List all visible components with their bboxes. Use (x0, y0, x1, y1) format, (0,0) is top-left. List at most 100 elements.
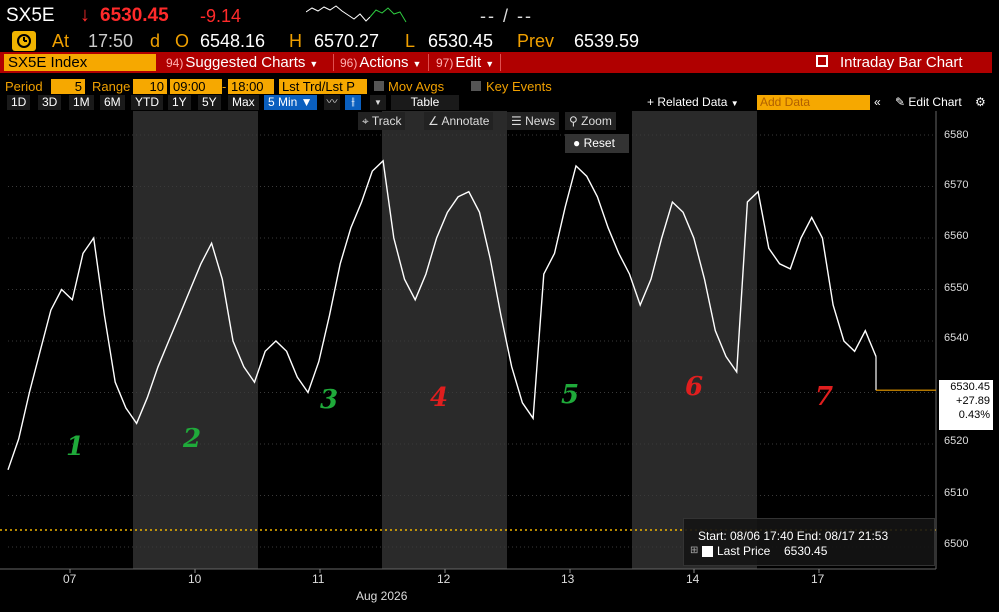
sparkline (306, 5, 407, 23)
search-icon: ⚲ (569, 114, 578, 128)
collapse-icon[interactable]: « (874, 95, 881, 110)
zoom-tool[interactable]: ⚲ Zoom (565, 112, 616, 130)
interval-select[interactable]: 5 Min ▼ (264, 95, 317, 110)
d-label: d (150, 31, 161, 51)
annotate-tool[interactable]: ∠ Annotate (424, 112, 494, 130)
range-button-1d[interactable]: 1D (7, 95, 31, 110)
x-tick-label: 13 (561, 572, 575, 586)
end-time-input[interactable]: 18:00 (228, 79, 274, 94)
range-button-6m[interactable]: 6M (100, 95, 125, 110)
period-input[interactable]: 5 (51, 79, 85, 94)
menu-number: 96) (340, 56, 358, 70)
news-tool[interactable]: ☰ News (507, 112, 560, 130)
menu-divider (500, 54, 501, 71)
net-change: -9.14 (200, 6, 242, 26)
actions-menu[interactable]: 96) Actions ▼ (340, 53, 421, 72)
mov-avgs-checkbox[interactable] (374, 81, 384, 91)
menu-divider (333, 54, 334, 71)
start-time-input[interactable]: 09:00 (170, 79, 222, 94)
suggested-charts-menu[interactable]: 94) Suggested Charts ▼ (166, 53, 318, 72)
x-tick-label: 17 (811, 572, 825, 586)
session-label: 2 (183, 424, 202, 454)
period-label: Period (5, 79, 43, 94)
range-button-1m[interactable]: 1M (69, 95, 94, 110)
session-shade (133, 111, 258, 569)
mov-avgs-label: Mov Avgs (388, 79, 445, 94)
chart-name: Intraday Bar Chart (840, 54, 963, 71)
add-data-input[interactable]: Add Data (757, 95, 870, 110)
related-data-label: + Related Data (647, 95, 728, 109)
bar-chart-icon[interactable]: ⫲ (345, 95, 361, 110)
menu-label: Edit (455, 54, 482, 71)
y-tick-label: 6540 (944, 332, 969, 344)
series-swatch (702, 546, 713, 557)
key-events-label: Key Events (486, 79, 552, 94)
caret-down-icon: ▼ (730, 99, 739, 108)
table-button[interactable]: Table (391, 95, 459, 110)
reset-button[interactable]: ● Reset (565, 134, 629, 153)
reset-icon: ● (573, 136, 581, 150)
news-icon: ☰ (511, 114, 522, 128)
x-tick-label: 07 (63, 572, 77, 586)
last-price-change: +27.89 (956, 395, 990, 407)
session-shade (382, 111, 507, 569)
x-tick-label: 11 (312, 572, 325, 586)
edit-chart-label: Edit Chart (908, 95, 962, 109)
external-link-icon[interactable] (816, 55, 828, 67)
line-chart-icon[interactable]: 〰 (324, 95, 340, 110)
session-label: 3 (320, 385, 339, 415)
range-button-max[interactable]: Max (228, 95, 259, 110)
session-label: 6 (685, 372, 704, 402)
annotate-icon: ∠ (428, 114, 439, 128)
chart-legend[interactable]: Start: 08/06 17:40 End: 08/17 21:53 ⊞ La… (683, 518, 935, 566)
y-tick-label: 6520 (944, 435, 969, 447)
range-label: Range (92, 79, 131, 94)
range-button-3d[interactable]: 3D (38, 95, 62, 110)
low-value: 6530.45 (428, 31, 494, 51)
x-tick-label: 10 (188, 572, 202, 586)
range-button-5y[interactable]: 5Y (198, 95, 221, 110)
news-label: News (525, 114, 556, 128)
menu-label: Suggested Charts (185, 54, 306, 71)
caret-down-icon: ▼ (309, 59, 319, 69)
last-trade-select[interactable]: Lst Trd/Lst P (279, 79, 367, 94)
range-input[interactable]: 10 (133, 79, 167, 94)
session-label: 1 (66, 432, 85, 462)
menu-label: Actions (359, 54, 409, 71)
y-tick-label: 6560 (944, 230, 969, 242)
ticker-symbol: SX5E (6, 5, 55, 26)
pencil-icon: ✎ (895, 95, 906, 109)
last-price-box: 6530.45 +27.89 0.43% (939, 380, 993, 430)
session-label: 7 (815, 382, 834, 412)
chart-type-caret-icon[interactable]: ▼ (370, 95, 386, 110)
time-separator: - (222, 79, 227, 94)
key-events-checkbox[interactable] (471, 81, 481, 91)
low-label: L (405, 31, 416, 51)
range-button-1y[interactable]: 1Y (168, 95, 191, 110)
gear-icon[interactable]: ⚙ (975, 95, 986, 110)
alert-bell-icon[interactable] (12, 31, 36, 51)
last-price-pct: 0.43% (958, 409, 990, 421)
high-value: 6570.27 (314, 31, 380, 51)
expand-icon[interactable]: ⊞ (690, 545, 698, 556)
x-tick-label: 14 (686, 572, 700, 586)
open-value: 6548.16 (200, 31, 266, 51)
edit-menu[interactable]: 97) Edit ▼ (436, 53, 494, 72)
related-data-button[interactable]: + Related Data ▼ (647, 95, 739, 111)
quote-time: 17:50 (88, 31, 134, 51)
menu-divider (428, 54, 429, 71)
y-tick-label: 6500 (944, 538, 969, 550)
menu-number: 97) (436, 56, 454, 70)
security-field[interactable]: SX5E Index (4, 54, 156, 71)
menu-number: 94) (166, 56, 184, 70)
track-label: Track (371, 114, 402, 128)
last-price: 6530.45 (100, 5, 169, 26)
month-label: Aug 2026 (356, 589, 408, 603)
prev-value: 6539.59 (574, 31, 640, 51)
range-button-ytd[interactable]: YTD (131, 95, 163, 110)
y-tick-label: 6550 (944, 282, 969, 294)
edit-chart-button[interactable]: ✎ Edit Chart (895, 95, 962, 110)
y-tick-label: 6570 (944, 179, 969, 191)
track-tool[interactable]: ⌖ Track (358, 112, 406, 130)
high-label: H (289, 31, 302, 51)
